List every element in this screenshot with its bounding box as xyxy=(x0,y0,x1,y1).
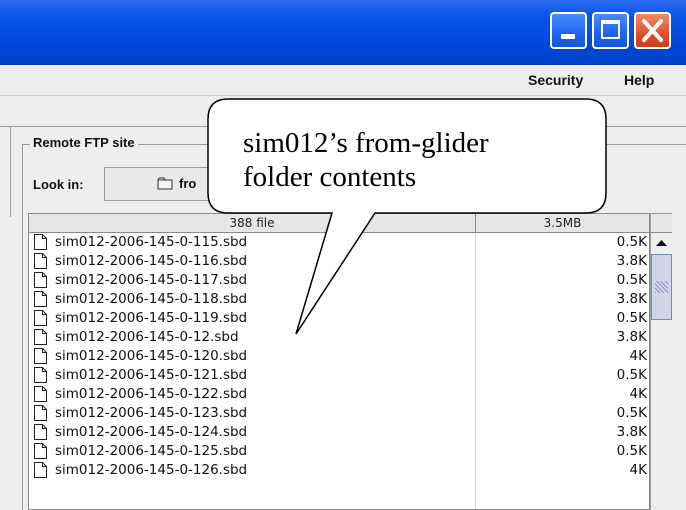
minimize-button[interactable] xyxy=(550,12,587,49)
table-header: 388 file 3.5MB xyxy=(29,214,649,233)
file-icon xyxy=(34,310,47,326)
scroll-thumb[interactable] xyxy=(651,254,672,320)
folder-icon xyxy=(157,177,173,190)
table-row[interactable]: sim012-2006-145-0-121.sbd 0.5K xyxy=(29,366,649,385)
minimize-icon xyxy=(561,34,575,39)
file-name: sim012-2006-145-0-125.sbd xyxy=(55,443,248,459)
file-name: sim012-2006-145-0-119.sbd xyxy=(55,310,248,326)
file-icon xyxy=(34,424,47,440)
table-rows: sim012-2006-145-0-115.sbd 0.5K sim012-2006… xyxy=(29,233,649,480)
table-row[interactable]: sim012-2006-145-0-117.sbd 0.5K xyxy=(29,271,649,290)
file-icon xyxy=(34,443,47,459)
file-icon xyxy=(34,405,47,421)
callout-line-1: sim012’s from-glider xyxy=(243,127,489,159)
callout-line-2: folder contents xyxy=(243,161,417,193)
column-header-size[interactable]: 3.5MB xyxy=(476,216,649,230)
file-icon xyxy=(34,348,47,364)
file-size: 0.5K xyxy=(616,310,647,326)
table-row[interactable]: sim012-2006-145-0-120.sbd 4K xyxy=(29,347,649,366)
file-icon xyxy=(34,291,47,307)
file-name: sim012-2006-145-0-120.sbd xyxy=(55,348,248,364)
table-row[interactable]: sim012-2006-145-0-124.sbd 3.8K xyxy=(29,423,649,442)
file-name: sim012-2006-145-0-126.sbd xyxy=(55,462,248,478)
file-size: 0.5K xyxy=(616,234,647,250)
toolbar-area xyxy=(0,96,686,127)
file-name: sim012-2006-145-0-117.sbd xyxy=(55,272,248,288)
remote-file-table: 388 file 3.5MB sim012-2006-145-0-115.sbd… xyxy=(28,213,650,510)
menu-security[interactable]: Security xyxy=(528,72,583,88)
title-bar xyxy=(0,0,686,65)
table-row[interactable]: sim012-2006-145-0-123.sbd 0.5K xyxy=(29,404,649,423)
file-size: 3.8K xyxy=(616,329,647,345)
remote-ftp-group-label: Remote FTP site xyxy=(30,135,138,150)
file-size: 0.5K xyxy=(616,405,647,421)
file-name: sim012-2006-145-0-123.sbd xyxy=(55,405,248,421)
table-row[interactable]: sim012-2006-145-0-12.sbd 3.8K xyxy=(29,328,649,347)
file-icon xyxy=(34,367,47,383)
maximize-icon xyxy=(601,20,620,39)
file-size: 0.5K xyxy=(616,443,647,459)
file-size: 4K xyxy=(629,386,647,402)
file-icon xyxy=(34,234,47,250)
close-icon xyxy=(642,19,663,42)
table-row[interactable]: sim012-2006-145-0-118.sbd 3.8K xyxy=(29,290,649,309)
file-name: sim012-2006-145-0-124.sbd xyxy=(55,424,248,440)
look-in-combo[interactable]: fro xyxy=(104,167,264,201)
file-icon xyxy=(34,386,47,402)
scrollbar-header-corner xyxy=(651,214,672,233)
file-size: 4K xyxy=(629,462,647,478)
column-header-name[interactable]: 388 file xyxy=(29,216,475,230)
close-button[interactable] xyxy=(634,12,671,49)
file-icon xyxy=(34,253,47,269)
scroll-up-button[interactable] xyxy=(651,233,672,255)
file-size: 3.8K xyxy=(616,424,647,440)
table-row[interactable]: sim012-2006-145-0-125.sbd 0.5K xyxy=(29,442,649,461)
panel-divider xyxy=(10,127,11,217)
table-row[interactable]: sim012-2006-145-0-119.sbd 0.5K xyxy=(29,309,649,328)
look-in-label: Look in: xyxy=(33,177,84,192)
menu-bar: Security Help xyxy=(0,65,686,96)
file-name: sim012-2006-145-0-118.sbd xyxy=(55,291,248,307)
thumb-grip xyxy=(655,281,668,293)
ftp-client-window: Security Help Remote FTP site Look in: f… xyxy=(0,0,686,510)
file-icon xyxy=(34,329,47,345)
file-size: 0.5K xyxy=(616,367,647,383)
file-name: sim012-2006-145-0-12.sbd xyxy=(55,329,239,345)
file-name: sim012-2006-145-0-121.sbd xyxy=(55,367,248,383)
file-size: 0.5K xyxy=(616,272,647,288)
file-icon xyxy=(34,272,47,288)
file-size: 4K xyxy=(629,348,647,364)
file-size: 3.8K xyxy=(616,291,647,307)
table-row[interactable]: sim012-2006-145-0-122.sbd 4K xyxy=(29,385,649,404)
table-row[interactable]: sim012-2006-145-0-116.sbd 3.8K xyxy=(29,252,649,271)
maximize-button[interactable] xyxy=(592,12,629,49)
file-name: sim012-2006-145-0-116.sbd xyxy=(55,253,248,269)
table-row[interactable]: sim012-2006-145-0-126.sbd 4K xyxy=(29,461,649,480)
file-size: 3.8K xyxy=(616,253,647,269)
callout-text: sim012’s from-glider folder contents xyxy=(243,126,583,194)
file-name: sim012-2006-145-0-115.sbd xyxy=(55,234,248,250)
menu-help[interactable]: Help xyxy=(624,72,654,88)
arrow-up-icon xyxy=(656,240,667,246)
look-in-value: fro xyxy=(179,176,197,191)
file-icon xyxy=(34,462,47,478)
table-row[interactable]: sim012-2006-145-0-115.sbd 0.5K xyxy=(29,233,649,252)
file-name: sim012-2006-145-0-122.sbd xyxy=(55,386,248,402)
vertical-scrollbar[interactable] xyxy=(650,213,672,510)
